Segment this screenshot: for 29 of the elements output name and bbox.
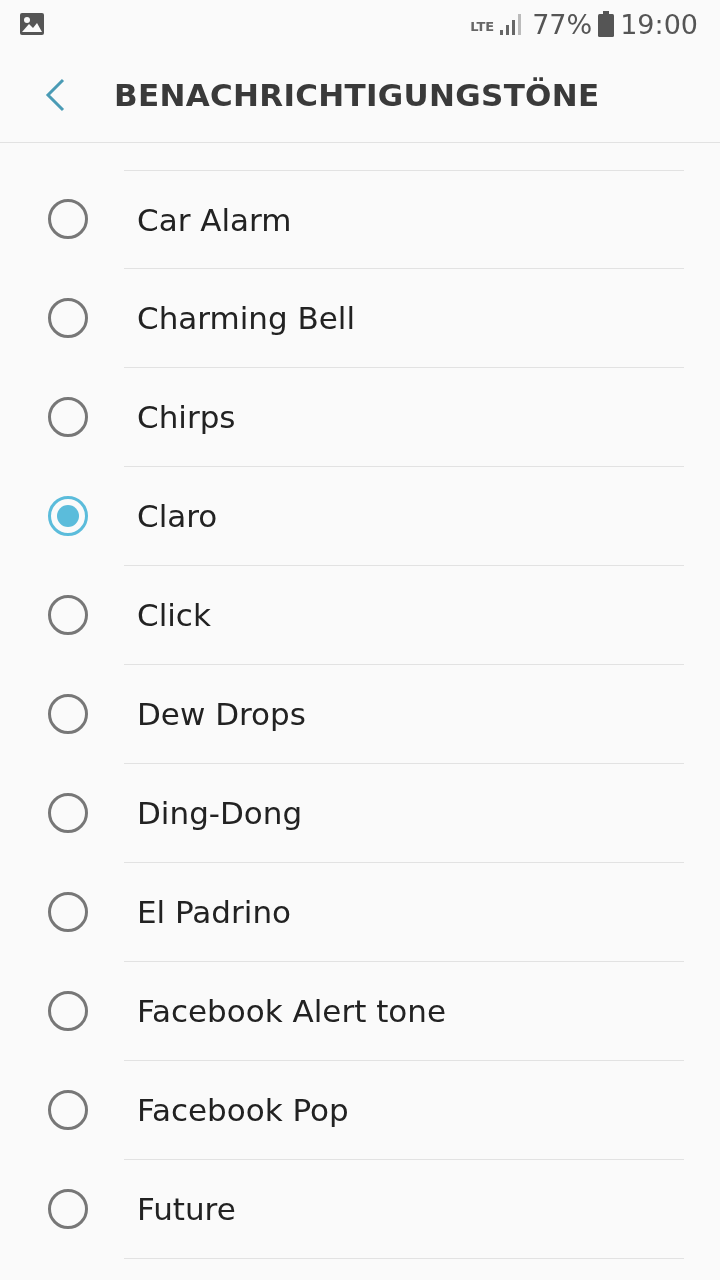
tone-name[interactable]: Dew Drops [137,696,306,732]
network-type: LTE [470,18,495,34]
radio-button[interactable] [48,595,88,635]
radio-button[interactable] [48,298,88,338]
battery-icon [598,11,615,37]
radio-button[interactable] [48,694,88,734]
radio-button[interactable] [48,991,88,1031]
back-icon[interactable] [44,78,66,112]
tone-name[interactable]: Car Alarm [137,201,292,238]
page-title: BENACHRICHTIGUNGSTÖNE [114,77,600,113]
tone-name[interactable]: Future [137,1191,236,1227]
tone-name[interactable]: Facebook Pop [137,1092,349,1128]
tone-name[interactable]: Ding-Dong [137,795,303,831]
radio-button[interactable] [48,892,88,932]
radio-button[interactable] [48,793,88,833]
radio-button[interactable] [48,199,88,239]
tone-name[interactable]: Claro [137,498,218,534]
tone-name[interactable]: Chirps [137,399,236,435]
image-icon [20,13,44,35]
radio-button[interactable] [48,1090,88,1130]
tone-name[interactable]: Facebook Alert tone [137,993,446,1029]
battery-level: 77% [532,8,593,40]
tone-name[interactable]: Charming Bell [137,300,356,336]
tone-name[interactable]: El Padrino [137,894,291,930]
clock: 19:00 [620,8,698,40]
radio-button[interactable] [48,1189,88,1229]
radio-button[interactable] [48,397,88,437]
tone-name[interactable]: Click [137,597,211,633]
radio-button[interactable] [48,496,88,536]
